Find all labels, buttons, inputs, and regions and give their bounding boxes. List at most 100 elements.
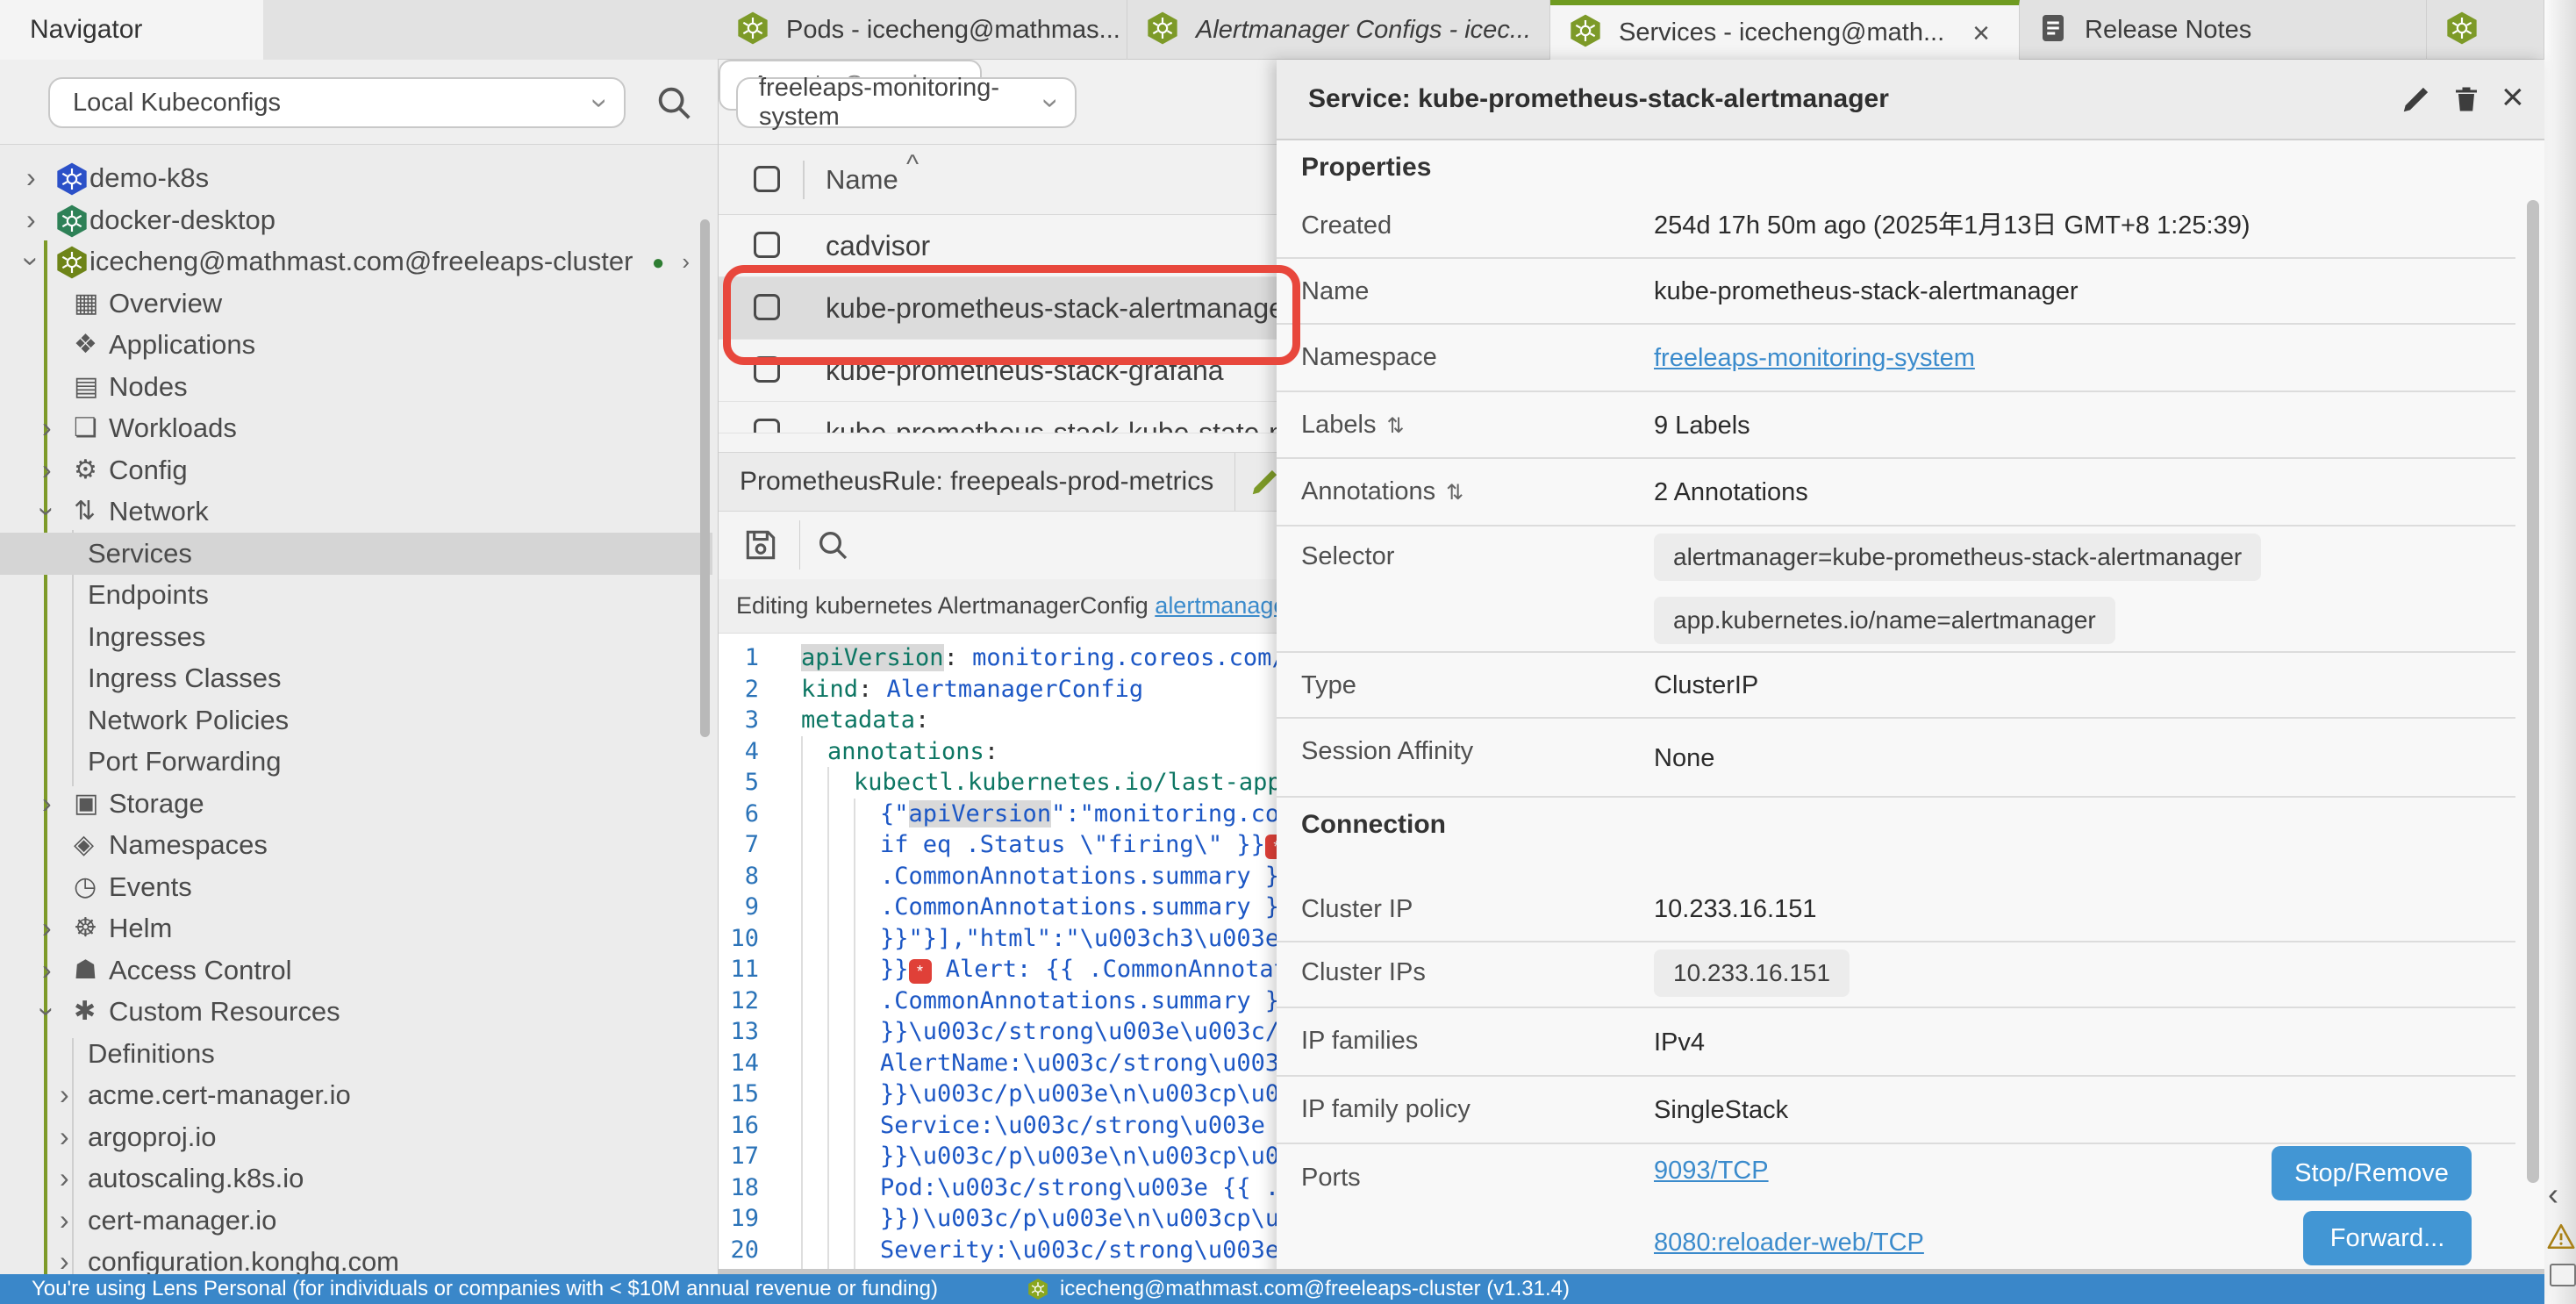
chevron-right-icon[interactable]: ›: [26, 157, 36, 199]
port-link[interactable]: 9093/TCP: [1654, 1157, 1769, 1185]
sidebar-item-config[interactable]: ›⚙Config: [0, 449, 712, 491]
sidebar-item-endpoints[interactable]: Endpoints: [0, 574, 712, 616]
sidebar-item-acme-cert-manager-io[interactable]: ›acme.cert-manager.io: [0, 1074, 712, 1116]
sidebar-item-applications[interactable]: ❖ Applications: [0, 324, 712, 366]
sidebar-item-access-control[interactable]: ›☗Access Control: [0, 949, 712, 992]
indent-guide: [801, 1078, 827, 1110]
chevron-down-icon[interactable]: ›: [10, 257, 52, 267]
edit-pencil-icon[interactable]: [2400, 82, 2433, 116]
save-icon[interactable]: [741, 526, 780, 564]
row-checkbox[interactable]: [754, 356, 780, 383]
divider: [799, 520, 800, 570]
code-line: 10}}"}],"html":"\u003ch3\u003e\u003: [719, 923, 1277, 955]
chevron-right-icon[interactable]: ›: [42, 949, 52, 992]
divider: [1234, 453, 1235, 511]
chevron-right-icon[interactable]: ›: [42, 907, 52, 949]
line-number: 14: [719, 1048, 782, 1079]
cluster-status[interactable]: ●›: [652, 240, 690, 283]
close-icon[interactable]: ×: [1972, 4, 1990, 61]
sort-toggle-icon[interactable]: ⇅: [1446, 481, 1463, 505]
sidebar-item-ingress-classes[interactable]: Ingress Classes: [0, 657, 712, 699]
chevron-right-icon[interactable]: ›: [60, 1157, 69, 1200]
table-row[interactable]: kube-prometheus-stack-grafana: [719, 340, 1277, 402]
detail-label: Selector: [1301, 539, 1394, 574]
applications-icon: ❖: [74, 324, 97, 366]
sidebar-item-cert-manager-io[interactable]: ›cert-manager.io: [0, 1200, 712, 1242]
close-icon[interactable]: ×: [2501, 60, 2524, 140]
sidebar-item-workloads[interactable]: ›❏Workloads: [0, 407, 712, 449]
kubeconfig-select[interactable]: Local Kubeconfigs ›: [48, 77, 626, 128]
sidebar-item-events[interactable]: ◷Events: [0, 866, 712, 908]
active-cluster-status[interactable]: icecheng@mathmast.com@freeleaps-cluster …: [1027, 1274, 1570, 1304]
tab-pods-icecheng-mathmas[interactable]: Pods - icecheng@mathmas...: [718, 0, 1127, 60]
table-row[interactable]: kube-prometheus-stack-alertmanager: [719, 277, 1277, 340]
yaml-editor[interactable]: 1apiVersion: monitoring.coreos.com/v1alp…: [719, 634, 1277, 1304]
line-number: 4: [719, 736, 782, 768]
table-row[interactable]: cadvisor: [719, 215, 1277, 277]
sidebar-item-demo-k8s[interactable]: ›demo-k8s: [0, 157, 712, 199]
sidebar-item-helm[interactable]: ›☸Helm: [0, 907, 712, 949]
namespace-select-value: freeleaps-monitoring-system: [759, 74, 1046, 132]
chevron-right-icon[interactable]: ›: [26, 199, 36, 241]
indent-guide: [827, 1203, 854, 1235]
panel-scrollbar[interactable]: [2527, 200, 2539, 1183]
detail-row-session-affinity: Session AffinityNone: [1277, 719, 2515, 798]
detail-value: kube-prometheus-stack-alertmanager: [1654, 259, 2079, 325]
tab-alertmanager-configs-icec[interactable]: Alertmanager Configs - icec...: [1127, 0, 1550, 60]
stop-remove-button[interactable]: Stop/Remove: [2272, 1146, 2472, 1200]
edit-pencil-icon[interactable]: [1249, 465, 1277, 498]
trash-icon[interactable]: [2451, 82, 2482, 116]
prometheusrule-dock-tab[interactable]: PrometheusRule: freepeals-prod-metrics: [719, 452, 1277, 512]
sidebar-item-icecheng-mathmast-com-freeleaps-cluster[interactable]: ›icecheng@mathmast.com@freeleaps-cluster…: [0, 240, 712, 283]
column-header-name[interactable]: Name: [826, 145, 898, 215]
namespace-link[interactable]: freeleaps-monitoring-system: [1654, 344, 1975, 372]
sidebar-item-nodes[interactable]: ▤Nodes: [0, 366, 712, 408]
overview-icon: ▦: [74, 283, 98, 325]
sidebar-item-argoproj-io[interactable]: ›argoproj.io: [0, 1116, 712, 1158]
sidebar-item-label: Helm: [109, 907, 172, 949]
sidebar-item-network-policies[interactable]: Network Policies: [0, 699, 712, 742]
detail-value: 10.233.16.151: [1654, 877, 1816, 942]
sort-toggle-icon[interactable]: ⇅: [1386, 414, 1404, 438]
chevron-right-icon[interactable]: ›: [60, 1074, 69, 1116]
panel-body: PropertiesCreated254d 17h 50m ago (2025年…: [1277, 140, 2515, 1304]
row-checkbox[interactable]: [754, 294, 780, 320]
tab-services-icecheng-math[interactable]: Services - icecheng@math...×: [1550, 0, 2020, 61]
alertmanager-config-link[interactable]: alertmanager: [1155, 592, 1277, 619]
row-checkbox[interactable]: [754, 232, 780, 258]
chevron-down-icon[interactable]: ›: [25, 1007, 68, 1017]
row-checkbox[interactable]: [754, 419, 780, 433]
sidebar-item-storage[interactable]: ›▣Storage: [0, 783, 712, 825]
sidebar-item-definitions[interactable]: Definitions: [0, 1033, 712, 1075]
line-number: 9: [719, 892, 782, 923]
chevron-right-icon[interactable]: ›: [60, 1116, 69, 1158]
sidebar-scrollbar[interactable]: [700, 219, 710, 737]
sidebar-item-port-forwarding[interactable]: Port Forwarding: [0, 741, 712, 783]
sidebar-item-services[interactable]: Services: [0, 533, 712, 575]
sidebar-item-overview[interactable]: ▦Overview: [0, 283, 712, 325]
port-link[interactable]: 8080:reloader-web/TCP: [1654, 1229, 1924, 1257]
sidebar-item-custom-resources[interactable]: ›✱Custom Resources: [0, 991, 712, 1033]
sidebar-item-docker-desktop[interactable]: ›docker-desktop: [0, 199, 712, 241]
sidebar-item-autoscaling-k8s-io[interactable]: ›autoscaling.k8s.io: [0, 1157, 712, 1200]
tab-release-notes[interactable]: Release Notes: [2020, 0, 2427, 60]
sidebar-item-namespaces[interactable]: ◈Namespaces: [0, 824, 712, 866]
sidebar-item-network[interactable]: ›⇅Network: [0, 491, 712, 533]
sidebar-item-label: Applications: [109, 324, 255, 366]
table-row[interactable]: kube-prometheus-stack-kube-state-metrics: [719, 402, 1277, 433]
search-icon[interactable]: [654, 82, 694, 123]
select-all-checkbox[interactable]: [754, 166, 780, 192]
tab-partial[interactable]: [2427, 0, 2544, 60]
find-in-editor-icon[interactable]: [815, 527, 850, 562]
chevron-right-icon[interactable]: ›: [42, 783, 52, 825]
chevron-left-icon[interactable]: ‹: [2548, 1176, 2558, 1213]
sort-asc-icon[interactable]: ^: [906, 150, 919, 180]
sidebar-item-label: Network Policies: [88, 699, 289, 742]
sidebar-item-ingresses[interactable]: Ingresses: [0, 616, 712, 658]
chevron-right-icon[interactable]: ›: [42, 449, 52, 491]
chevron-right-icon[interactable]: ›: [42, 407, 52, 449]
namespace-select[interactable]: freeleaps-monitoring-system ›: [736, 77, 1077, 128]
chevron-right-icon[interactable]: ›: [60, 1200, 69, 1242]
chevron-down-icon[interactable]: ›: [25, 507, 68, 517]
forward--button[interactable]: Forward...: [2303, 1211, 2472, 1265]
